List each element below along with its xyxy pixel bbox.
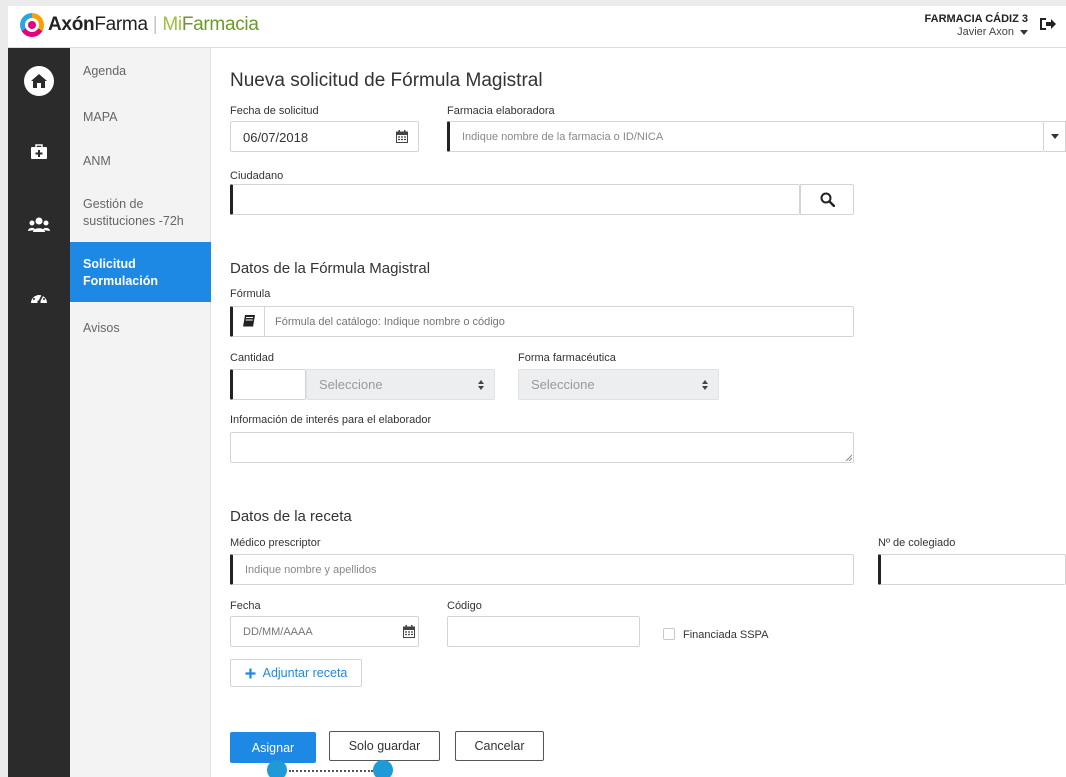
fecha-input[interactable] bbox=[241, 622, 391, 642]
formula-field[interactable] bbox=[230, 306, 854, 337]
farmacia-label: Farmacia elaboradora bbox=[447, 105, 555, 117]
annotation-dot-left bbox=[267, 760, 287, 777]
pharmacy-info: FARMACIA CÁDIZ 3 Javier Axon bbox=[925, 13, 1028, 38]
logo-farmacia-text: Farmacia bbox=[181, 14, 259, 35]
menu-item-anm[interactable]: ANM bbox=[70, 153, 211, 170]
logo-separator: | bbox=[152, 14, 158, 35]
user-name: Javier Axon bbox=[957, 26, 1014, 38]
formula-label: Fórmula bbox=[230, 288, 271, 300]
rail-dashboard[interactable] bbox=[8, 277, 70, 317]
forma-select[interactable]: Seleccione bbox=[518, 369, 719, 400]
ciudadano-input[interactable] bbox=[230, 184, 800, 215]
fecha-solicitud-field[interactable]: 06/07/2018 bbox=[230, 121, 419, 152]
app-window: AxónFarma | MiFarmacia FARMACIA CÁDIZ 3 Ja… bbox=[8, 6, 1066, 777]
formula-input[interactable] bbox=[273, 311, 843, 332]
logo-farma-text: Farma bbox=[94, 14, 148, 35]
info-textarea[interactable] bbox=[230, 432, 854, 463]
app-logo[interactable]: AxónFarma | MiFarmacia bbox=[20, 13, 259, 37]
users-icon bbox=[28, 217, 50, 232]
home-icon bbox=[31, 74, 47, 88]
dashboard-icon bbox=[31, 292, 47, 304]
farmacia-dropdown-button[interactable] bbox=[1044, 121, 1066, 152]
codigo-input[interactable] bbox=[447, 616, 640, 647]
plus-icon bbox=[245, 668, 256, 678]
datos-receta-title: Datos de la receta bbox=[230, 508, 352, 525]
book-icon bbox=[243, 315, 255, 328]
forma-label: Forma farmacéutica bbox=[518, 352, 616, 364]
menu-item-mapa[interactable]: MAPA bbox=[70, 109, 211, 126]
colegiado-input[interactable] bbox=[878, 554, 1066, 585]
fecha-label: Fecha bbox=[230, 600, 261, 612]
pharmacy-name: FARMACIA CÁDIZ 3 bbox=[924, 13, 1028, 25]
medkit-icon bbox=[31, 144, 47, 159]
cantidad-unit-select[interactable]: Seleccione bbox=[306, 369, 495, 400]
logo-axon-text: Axón bbox=[48, 14, 95, 35]
caret-down-icon bbox=[1020, 29, 1028, 35]
chevron-down-icon bbox=[1050, 134, 1059, 139]
side-menu: Agenda MAPA ANM Gestión de sustituciones… bbox=[70, 48, 211, 777]
top-header: AxónFarma | MiFarmacia FARMACIA CÁDIZ 3 Ja… bbox=[8, 6, 1066, 48]
calendar-icon[interactable] bbox=[396, 130, 408, 143]
select-arrows-icon bbox=[702, 380, 708, 390]
cancelar-button[interactable]: Cancelar bbox=[455, 731, 544, 761]
ciudadano-label: Ciudadano bbox=[230, 170, 284, 182]
financiada-checkbox[interactable] bbox=[663, 628, 675, 640]
cantidad-label: Cantidad bbox=[230, 352, 275, 364]
codigo-label: Código bbox=[447, 600, 482, 612]
financiada-label: Financiada SSPA bbox=[683, 629, 769, 641]
ciudadano-search-button[interactable] bbox=[800, 184, 854, 215]
info-label: Información de interés para el elaborado… bbox=[230, 414, 432, 426]
select-arrows-icon bbox=[478, 380, 484, 390]
calendar-icon[interactable] bbox=[403, 625, 415, 638]
rail-home[interactable] bbox=[8, 61, 70, 101]
fecha-solicitud-label: Fecha de solicitud bbox=[230, 105, 319, 117]
icon-rail bbox=[8, 48, 70, 777]
page-title: Nueva solicitud de Fórmula Magistral bbox=[230, 70, 543, 91]
axon-logo-icon bbox=[20, 13, 44, 37]
medico-input[interactable] bbox=[230, 554, 854, 585]
adjuntar-receta-label: Adjuntar receta bbox=[262, 666, 348, 680]
annotation-dot-right bbox=[373, 760, 393, 777]
adjuntar-receta-button[interactable]: Adjuntar receta bbox=[230, 659, 362, 687]
solo-guardar-button[interactable]: Solo guardar bbox=[329, 731, 440, 761]
logo-mi-text: Mi bbox=[162, 14, 182, 35]
fecha-solicitud-value: 06/07/2018 bbox=[243, 130, 309, 145]
fecha-field[interactable] bbox=[230, 616, 419, 647]
menu-item-avisos[interactable]: Avisos bbox=[70, 320, 211, 337]
rail-users[interactable] bbox=[8, 205, 70, 245]
rail-medkit[interactable] bbox=[8, 132, 70, 172]
farmacia-input[interactable] bbox=[447, 121, 1044, 152]
menu-item-sustituciones[interactable]: Gestión de sustituciones -72h bbox=[70, 196, 200, 230]
formula-divider bbox=[264, 307, 265, 336]
menu-item-agenda[interactable]: Agenda bbox=[70, 63, 211, 80]
menu-item-solicitud-formulacion[interactable]: Solicitud Formulación bbox=[70, 242, 211, 302]
annotation-connector bbox=[289, 770, 373, 772]
cantidad-select-value: Seleccione bbox=[319, 377, 383, 392]
main-content: Nueva solicitud de Fórmula Magistral Fec… bbox=[211, 48, 1066, 777]
asignar-button[interactable]: Asignar bbox=[230, 732, 316, 763]
cantidad-input[interactable] bbox=[230, 369, 306, 400]
datos-formula-title: Datos de la Fórmula Magistral bbox=[230, 260, 431, 277]
colegiado-label: Nº de colegiado bbox=[878, 537, 956, 549]
forma-select-value: Seleccione bbox=[531, 377, 595, 392]
medico-label: Médico prescriptor bbox=[230, 537, 321, 549]
search-icon bbox=[820, 192, 835, 207]
logout-icon[interactable] bbox=[1038, 16, 1056, 32]
resize-handle-icon[interactable] bbox=[845, 454, 852, 461]
user-menu[interactable]: Javier Axon bbox=[925, 26, 1028, 38]
